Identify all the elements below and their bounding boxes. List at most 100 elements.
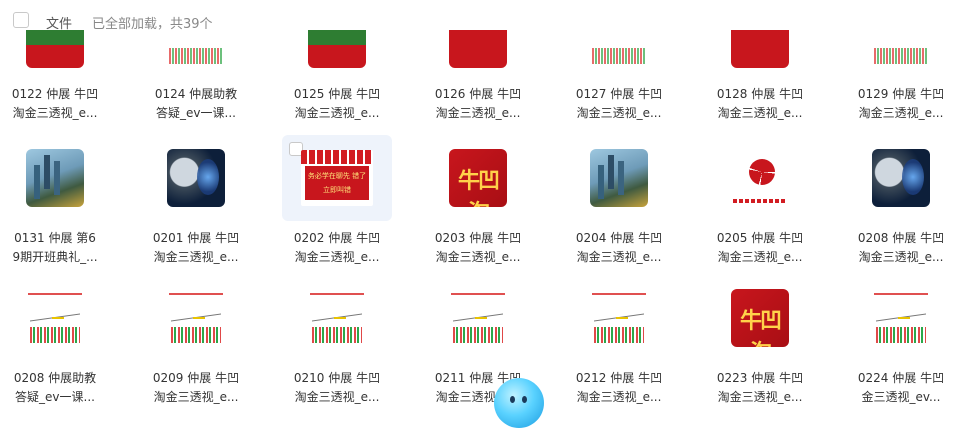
file-tile[interactable]: 0204 仲展 牛凹 淘金三透视_e... [564, 135, 674, 265]
file-name: 0131 仲展 第6 9期开班典礼_... [0, 229, 110, 267]
file-name-line2: 淘金三透视_e... [294, 390, 380, 404]
file-name-line1: 0202 仲展 牛凹 [293, 231, 381, 245]
file-name-line1: 0204 仲展 牛凹 [575, 231, 663, 245]
file-tile[interactable]: 0128 仲展 牛凹 淘金三透视_e... [705, 30, 815, 130]
file-name-line2: 淘金三透视_e... [717, 250, 803, 264]
thumbnail-frame [0, 275, 110, 361]
thumbnail-clip [564, 30, 674, 68]
thumbnail-frame [282, 275, 392, 361]
assistant-mascot-icon[interactable] [494, 378, 544, 428]
file-name-line2: 淘金三透视_e... [858, 106, 944, 120]
file-tile[interactable]: 0210 仲展 牛凹 淘金三透视_e... [282, 275, 392, 405]
thumbnail-clip [141, 30, 251, 68]
file-thumbnail [308, 289, 366, 347]
file-name: 0223 仲展 牛凹 淘金三透视_e... [705, 369, 815, 407]
file-thumbnail [167, 149, 225, 207]
file-name-line1: 0205 仲展 牛凹 [716, 231, 804, 245]
file-name: 0122 仲展 牛凹 淘金三透视_e... [0, 85, 110, 123]
thumbnail-clip [423, 30, 533, 68]
file-tile[interactable]: 务必学在聊先 错了立即叫错 0202 仲展 牛凹 淘金三透视_e... [282, 135, 392, 265]
thumbnail-frame [0, 135, 110, 221]
file-thumbnail: 牛凹淘 [449, 149, 507, 207]
thumbnail-glyph: 牛凹淘 [739, 308, 782, 347]
file-name: 0204 仲展 牛凹 淘金三透视_e... [564, 229, 674, 267]
thumbnail-frame [846, 135, 956, 221]
file-tile[interactable]: 0208 仲展 牛凹 淘金三透视_e... [846, 135, 956, 265]
file-name: 0127 仲展 牛凹 淘金三透视_e... [564, 85, 674, 123]
file-name: 0129 仲展 牛凹 淘金三透视_e... [846, 85, 956, 123]
file-name-line1: 0208 仲展 牛凹 [857, 231, 945, 245]
file-thumbnail [26, 30, 84, 68]
file-name-line2: 淘金三透视_e... [576, 106, 662, 120]
file-tile[interactable]: 0127 仲展 牛凹 淘金三透视_e... [564, 30, 674, 130]
file-name-line1: 0208 仲展助教 [13, 371, 97, 385]
file-tile[interactable]: 0224 仲展 牛凹 金三透视_ev... [846, 275, 956, 405]
thumbnail-frame [141, 135, 251, 221]
file-name-line2: 淘金三透视_e... [153, 250, 239, 264]
file-tile[interactable]: 0122 仲展 牛凹 淘金三透视_e... [0, 30, 110, 130]
file-name-line2: 淘金三透视_e... [717, 106, 803, 120]
thumbnail-frame [564, 135, 674, 221]
file-name: 0126 仲展 牛凹 淘金三透视_e... [423, 85, 533, 123]
file-name-line2: 淘金三透视_e... [12, 106, 98, 120]
file-name-line2: 9期开班典礼_... [12, 250, 98, 264]
file-name: 0224 仲展 牛凹 金三透视_ev... [846, 369, 956, 407]
file-thumbnail [731, 30, 789, 68]
file-name-line2: 淘金三透视_e... [858, 250, 944, 264]
file-tile[interactable]: 0131 仲展 第6 9期开班典礼_... [0, 135, 110, 265]
select-all-checkbox[interactable] [13, 12, 29, 28]
thumbnail-frame: 牛凹淘 [705, 275, 815, 361]
file-thumbnail [590, 30, 648, 68]
file-tile[interactable]: 0208 仲展助教 答疑_ev一课... [0, 275, 110, 405]
thumbnail-clip [705, 30, 815, 68]
file-name-line1: 0201 仲展 牛凹 [152, 231, 240, 245]
file-tile[interactable]: 牛凹淘 0203 仲展 牛凹 淘金三透视_e... [423, 135, 533, 265]
thumbnail-clip [0, 30, 110, 68]
file-name-line1: 0126 仲展 牛凹 [434, 87, 522, 101]
file-name-line2: 淘金三透视_e... [576, 250, 662, 264]
file-thumbnail: 务必学在聊先 错了立即叫错 [301, 150, 373, 206]
file-tile[interactable]: 0129 仲展 牛凹 淘金三透视_e... [846, 30, 956, 130]
file-thumbnail [590, 149, 648, 207]
file-thumbnail [449, 289, 507, 347]
thumbnail-frame [846, 275, 956, 361]
file-tile[interactable]: 0125 仲展 牛凹 淘金三透视_e... [282, 30, 392, 130]
file-thumbnail [731, 149, 789, 207]
file-name: 0128 仲展 牛凹 淘金三透视_e... [705, 85, 815, 123]
file-name-line2: 淘金三透视_e... [576, 390, 662, 404]
file-tile[interactable]: 0201 仲展 牛凹 淘金三透视_e... [141, 135, 251, 265]
file-name-line1: 0129 仲展 牛凹 [857, 87, 945, 101]
file-name: 0205 仲展 牛凹 淘金三透视_e... [705, 229, 815, 267]
file-thumbnail [167, 30, 225, 68]
thumbnail-frame: 牛凹淘 [423, 135, 533, 221]
file-name: 0125 仲展 牛凹 淘金三透视_e... [282, 85, 392, 123]
file-name: 0208 仲展 牛凹 淘金三透视_e... [846, 229, 956, 267]
file-thumbnail [449, 30, 507, 68]
file-tile[interactable]: 0212 仲展 牛凹 淘金三透视_e... [564, 275, 674, 405]
file-name: 0124 仲展助教 答疑_ev一课... [141, 85, 251, 123]
thumbnail-clip [846, 30, 956, 68]
file-name-line2: 淘金三透视_e... [153, 390, 239, 404]
file-tile[interactable]: 0209 仲展 牛凹 淘金三透视_e... [141, 275, 251, 405]
file-tile[interactable]: 0205 仲展 牛凹 淘金三透视_e... [705, 135, 815, 265]
file-thumbnail: 牛凹淘 [731, 289, 789, 347]
file-name: 0202 仲展 牛凹 淘金三透视_e... [282, 229, 392, 267]
thumbnail-frame [564, 275, 674, 361]
file-name-line1: 0212 仲展 牛凹 [575, 371, 663, 385]
file-thumbnail [872, 289, 930, 347]
file-thumbnail [26, 149, 84, 207]
file-name-line1: 0125 仲展 牛凹 [293, 87, 381, 101]
file-thumbnail [590, 289, 648, 347]
file-name-line2: 淘金三透视_e... [435, 106, 521, 120]
file-name-line2: 答疑_ev一课... [15, 390, 95, 404]
thumbnail-frame: 务必学在聊先 错了立即叫错 [282, 135, 392, 221]
file-name: 0201 仲展 牛凹 淘金三透视_e... [141, 229, 251, 267]
file-name: 0212 仲展 牛凹 淘金三透视_e... [564, 369, 674, 407]
file-name-line2: 答疑_ev一课... [156, 106, 236, 120]
file-tile[interactable]: 0126 仲展 牛凹 淘金三透视_e... [423, 30, 533, 130]
file-tile[interactable]: 牛凹淘 0223 仲展 牛凹 淘金三透视_e... [705, 275, 815, 405]
file-name: 0203 仲展 牛凹 淘金三透视_e... [423, 229, 533, 267]
file-name-line1: 0127 仲展 牛凹 [575, 87, 663, 101]
thumbnail-clip [282, 30, 392, 68]
file-tile[interactable]: 0124 仲展助教 答疑_ev一课... [141, 30, 251, 130]
